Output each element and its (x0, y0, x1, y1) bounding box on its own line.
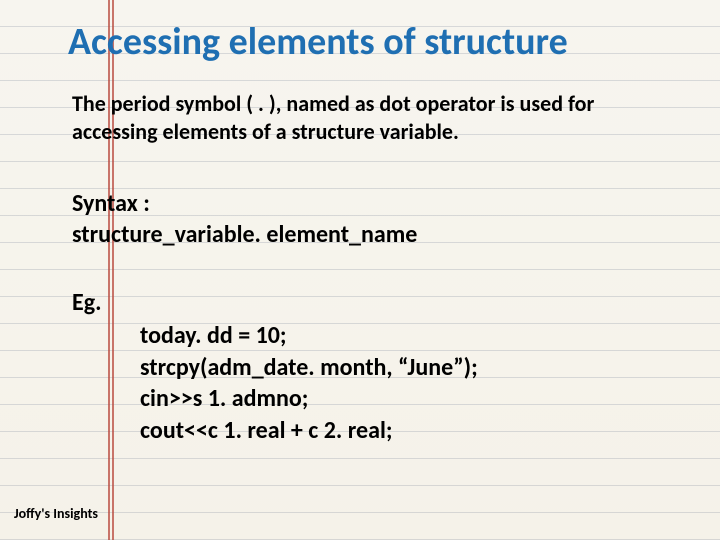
margin-rule-line (112, 0, 114, 540)
code-line: cin>>s 1. admno; (140, 383, 668, 415)
code-line: strcpy(adm_date. month, “June”); (140, 352, 668, 384)
example-label: Eg. (72, 288, 102, 317)
example-code: today. dd = 10; strcpy(adm_date. month, … (140, 320, 668, 447)
code-line: cout<<c 1. real + c 2. real; (140, 415, 668, 447)
syntax-text: structure_variable. element_name (72, 219, 668, 250)
syntax-label: Syntax : (72, 188, 668, 219)
slide-title: Accessing elements of structure (68, 22, 680, 64)
syntax-block: Syntax : structure_variable. element_nam… (72, 188, 668, 250)
margin-rule-line (108, 0, 110, 540)
footer-credit: Joffy's Insights (14, 505, 98, 522)
code-line: today. dd = 10; (140, 320, 668, 352)
slide: Accessing elements of structure The peri… (0, 0, 720, 540)
description-text: The period symbol ( . ), named as dot op… (72, 90, 668, 145)
